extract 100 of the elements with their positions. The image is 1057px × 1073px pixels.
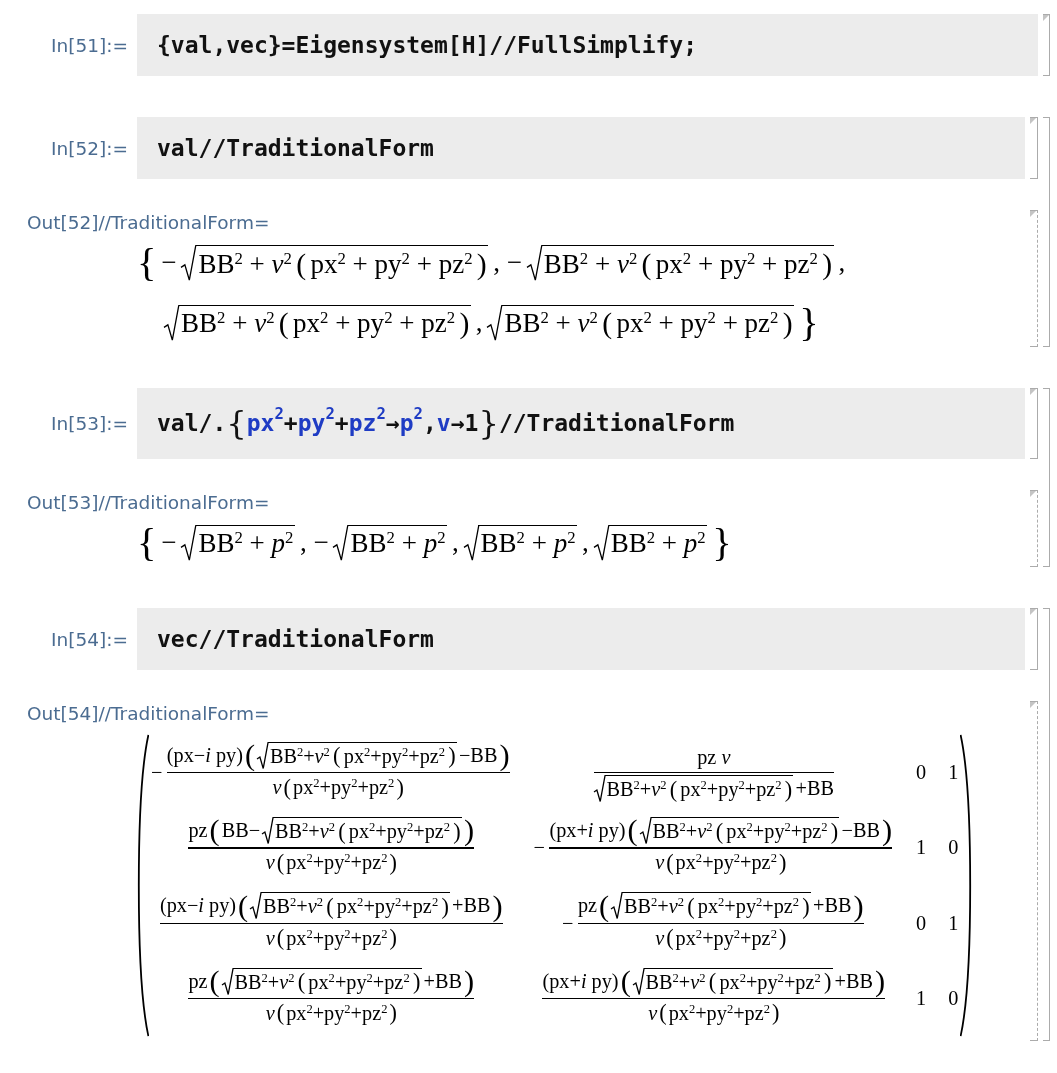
math-text: BB$^{2}$ + p$^{2}$	[610, 527, 706, 561]
math-delimiter: )	[499, 740, 510, 771]
math-delimiter: {	[137, 243, 157, 284]
group-bracket[interactable]	[1043, 608, 1050, 1042]
math-text: px$^{2}$ + py$^{2}$ + pz$^{2}$	[616, 307, 779, 341]
math-text: (px+i py)	[542, 968, 619, 994]
math-text: (px+i py)	[549, 818, 626, 844]
math-text: px$^{2}$+py$^{2}$+pz$^{2}$	[726, 819, 828, 845]
math-text: ,	[582, 526, 589, 560]
math-delimiter: (	[666, 851, 674, 875]
input-label: In[52]:=	[51, 137, 129, 159]
math-text: −	[533, 835, 545, 861]
math-text: BB$^{2}$+v$^{2}$	[262, 894, 323, 920]
input-field[interactable]: val/.{px$^{2}$+py$^{2}$+pz$^{2}$→p$^{2}$,v→1}//TraditionalForm	[137, 388, 1025, 459]
math-text: v	[272, 775, 282, 801]
math-text: px$^{2}$+py$^{2}$+pz$^{2}$	[293, 775, 395, 801]
output-label: Out[52]//TraditionalForm=	[27, 211, 270, 235]
math-text: v	[655, 850, 665, 876]
math-delimiter: (	[659, 1002, 667, 1025]
math-text: 1	[916, 835, 927, 861]
math-text: pz	[188, 968, 208, 994]
math-text: (px−i py)	[166, 742, 243, 769]
math-text: −	[161, 246, 177, 280]
output-label: Out[54]//TraditionalForm=	[27, 702, 270, 727]
cell-bracket[interactable]	[1030, 701, 1038, 1042]
math-text: BB$^{2}$+v$^{2}$	[645, 969, 706, 995]
math-text: v	[655, 925, 665, 951]
math-delimiter: )	[441, 895, 449, 919]
math-text: 0	[916, 910, 927, 936]
math-delimiter: )	[412, 971, 421, 994]
math-delimiter: (	[326, 895, 334, 919]
math-delimiter: (	[641, 249, 652, 280]
math-text: BB$^{2}$+v$^{2}$	[274, 819, 335, 844]
math-delimiter: )	[464, 966, 475, 997]
math-delimiter: (	[276, 851, 285, 875]
math-delimiter: (	[297, 971, 306, 994]
cell-bracket[interactable]	[1030, 608, 1038, 671]
math-text: BB$^{2}$ + v$^{2}$	[181, 307, 275, 341]
input-field[interactable]: {val,vec}=Eigensystem[H]//FullSimplify;	[137, 14, 1038, 76]
math-text: BB$^{2}$ + v$^{2}$	[198, 247, 292, 281]
math-delimiter: )	[822, 249, 833, 280]
math-delimiter: (	[666, 927, 674, 950]
cell-bracket[interactable]	[1043, 14, 1050, 76]
math-delimiter: )	[782, 309, 793, 339]
math-delimiter: )	[881, 815, 893, 846]
math-text: +BB	[423, 968, 462, 994]
math-text: px$^{2}$+py$^{2}$+pz$^{2}$	[680, 777, 782, 803]
input-field[interactable]: val//TraditionalForm	[137, 117, 1025, 179]
math-delimiter: (	[715, 820, 724, 843]
math-delimiter: (	[333, 745, 341, 768]
cell-bracket[interactable]	[1030, 388, 1038, 459]
math-delimiter: )	[459, 309, 470, 339]
math-text: v	[265, 925, 275, 951]
math-text: +BB	[795, 776, 834, 802]
math-text: 1	[916, 985, 927, 1011]
math-delimiter: )	[389, 927, 397, 950]
cell-bracket[interactable]	[1030, 117, 1038, 179]
math-delimiter: )	[875, 966, 886, 997]
math-text: pz	[188, 818, 208, 844]
group-bracket[interactable]	[1043, 117, 1050, 347]
math-delimiter: (	[276, 1002, 285, 1025]
math-text: −BB	[458, 742, 498, 768]
math-text: ,	[475, 305, 483, 339]
math-delimiter: )	[389, 1002, 397, 1025]
input-field[interactable]: vec//TraditionalForm	[137, 608, 1025, 671]
math-text: px$^{2}$+py$^{2}$+pz$^{2}$	[286, 925, 388, 951]
math-delimiter: }	[712, 522, 732, 564]
input-label: In[53]:=	[51, 412, 129, 434]
math-delimiter: (	[209, 815, 220, 846]
math-text: BB$^{2}$+v$^{2}$	[606, 777, 667, 803]
math-text: −	[151, 760, 163, 786]
math-text: −	[562, 910, 574, 936]
math-text: v	[648, 1000, 658, 1026]
math-text: BB$^{2}$ + p$^{2}$	[198, 527, 294, 561]
math-text: pz	[577, 893, 598, 919]
math-delimiter: )	[389, 851, 397, 875]
math-text: 0	[948, 985, 959, 1011]
math-delimiter: (	[338, 820, 346, 843]
math-text: 1	[948, 760, 959, 786]
math-text: px$^{2}$ + py$^{2}$ + pz$^{2}$	[310, 247, 473, 281]
math-delimiter: )	[476, 249, 487, 280]
input-label: In[54]:=	[51, 628, 129, 650]
math-text: px$^{2}$+py$^{2}$+pz$^{2}$	[308, 969, 410, 995]
cell-bracket[interactable]	[1030, 210, 1038, 347]
math-text: 0	[916, 760, 927, 786]
math-delimiter: (	[687, 895, 695, 919]
math-delimiter: (	[296, 249, 307, 280]
math-delimiter: )	[853, 890, 864, 922]
math-delimiter: (	[602, 309, 613, 339]
math-delimiter: )	[802, 895, 810, 919]
math-text: px$^{2}$+py$^{2}$+pz$^{2}$	[348, 819, 451, 845]
math-text: px$^{2}$+py$^{2}$+pz$^{2}$	[719, 969, 821, 995]
input-label: In[51]:=	[51, 34, 129, 56]
math-delimiter: (	[209, 966, 220, 997]
math-delimiter: )	[396, 776, 404, 799]
math-text: BB−	[221, 818, 261, 843]
math-text: px$^{2}$+py$^{2}$+pz$^{2}$	[286, 1000, 388, 1027]
group-bracket[interactable]	[1043, 388, 1050, 568]
math-text: +BB	[813, 893, 852, 919]
cell-bracket[interactable]	[1030, 489, 1038, 568]
